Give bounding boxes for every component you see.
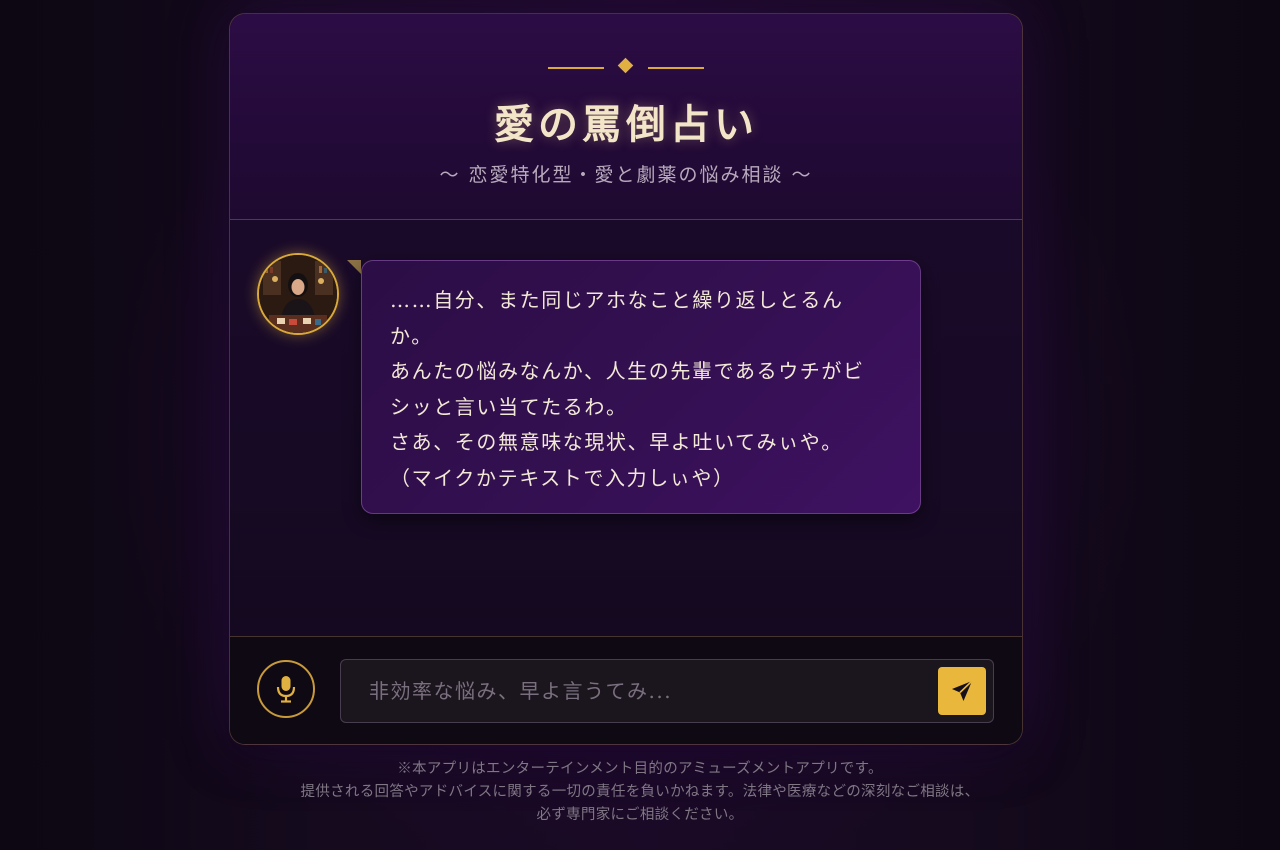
message-bubble: ……自分、また同じアホなこと繰り返しとるん か。 あんたの悩みなんか、人生の先輩… bbox=[361, 260, 921, 514]
input-bar bbox=[230, 636, 1022, 744]
microphone-icon bbox=[276, 676, 296, 703]
disclaimer-line-1: ※本アプリはエンターテインメント目的のアミューズメントアプリです。 bbox=[397, 761, 883, 777]
chat-app-window: 愛の罵倒占い 〜 恋愛特化型・愛と劇薬の悩み相談 〜 ……自分、また同じアホなこ… bbox=[229, 13, 1023, 745]
page-subtitle: 〜 恋愛特化型・愛と劇薬の悩み相談 〜 bbox=[439, 164, 813, 186]
title-ornament bbox=[230, 57, 1022, 76]
message-input-wrapper bbox=[340, 659, 994, 723]
message-text: ……自分、また同じアホなこと繰り返しとるん か。 あんたの悩みなんか、人生の先輩… bbox=[390, 288, 865, 490]
disclaimer-line-3: 必ず専門家にご相談ください。 bbox=[536, 807, 744, 823]
disclaimer-line-2: 提供される回答やアドバイスに関する一切の責任を負いかねます。法律や医療などの深刻… bbox=[300, 784, 980, 800]
page-title: 愛の罵倒占い bbox=[494, 101, 758, 148]
chat-log: ……自分、また同じアホなこと繰り返しとるん か。 あんたの悩みなんか、人生の先輩… bbox=[230, 220, 1022, 636]
send-button[interactable] bbox=[938, 667, 986, 715]
message-input[interactable] bbox=[341, 660, 931, 722]
diamond-ornament-icon bbox=[617, 57, 634, 74]
fortune-teller-avatar bbox=[257, 253, 339, 335]
ornament-line-right bbox=[648, 67, 704, 69]
send-icon bbox=[952, 680, 973, 701]
ornament-line-left bbox=[548, 67, 604, 69]
bubble-tail bbox=[347, 260, 361, 274]
header: 愛の罵倒占い 〜 恋愛特化型・愛と劇薬の悩み相談 〜 bbox=[230, 14, 1022, 220]
fortune-teller-portrait-icon bbox=[259, 255, 337, 333]
disclaimer: ※本アプリはエンターテインメント目的のアミューズメントアプリです。 提供される回… bbox=[0, 758, 1280, 827]
mic-button[interactable] bbox=[257, 660, 315, 718]
